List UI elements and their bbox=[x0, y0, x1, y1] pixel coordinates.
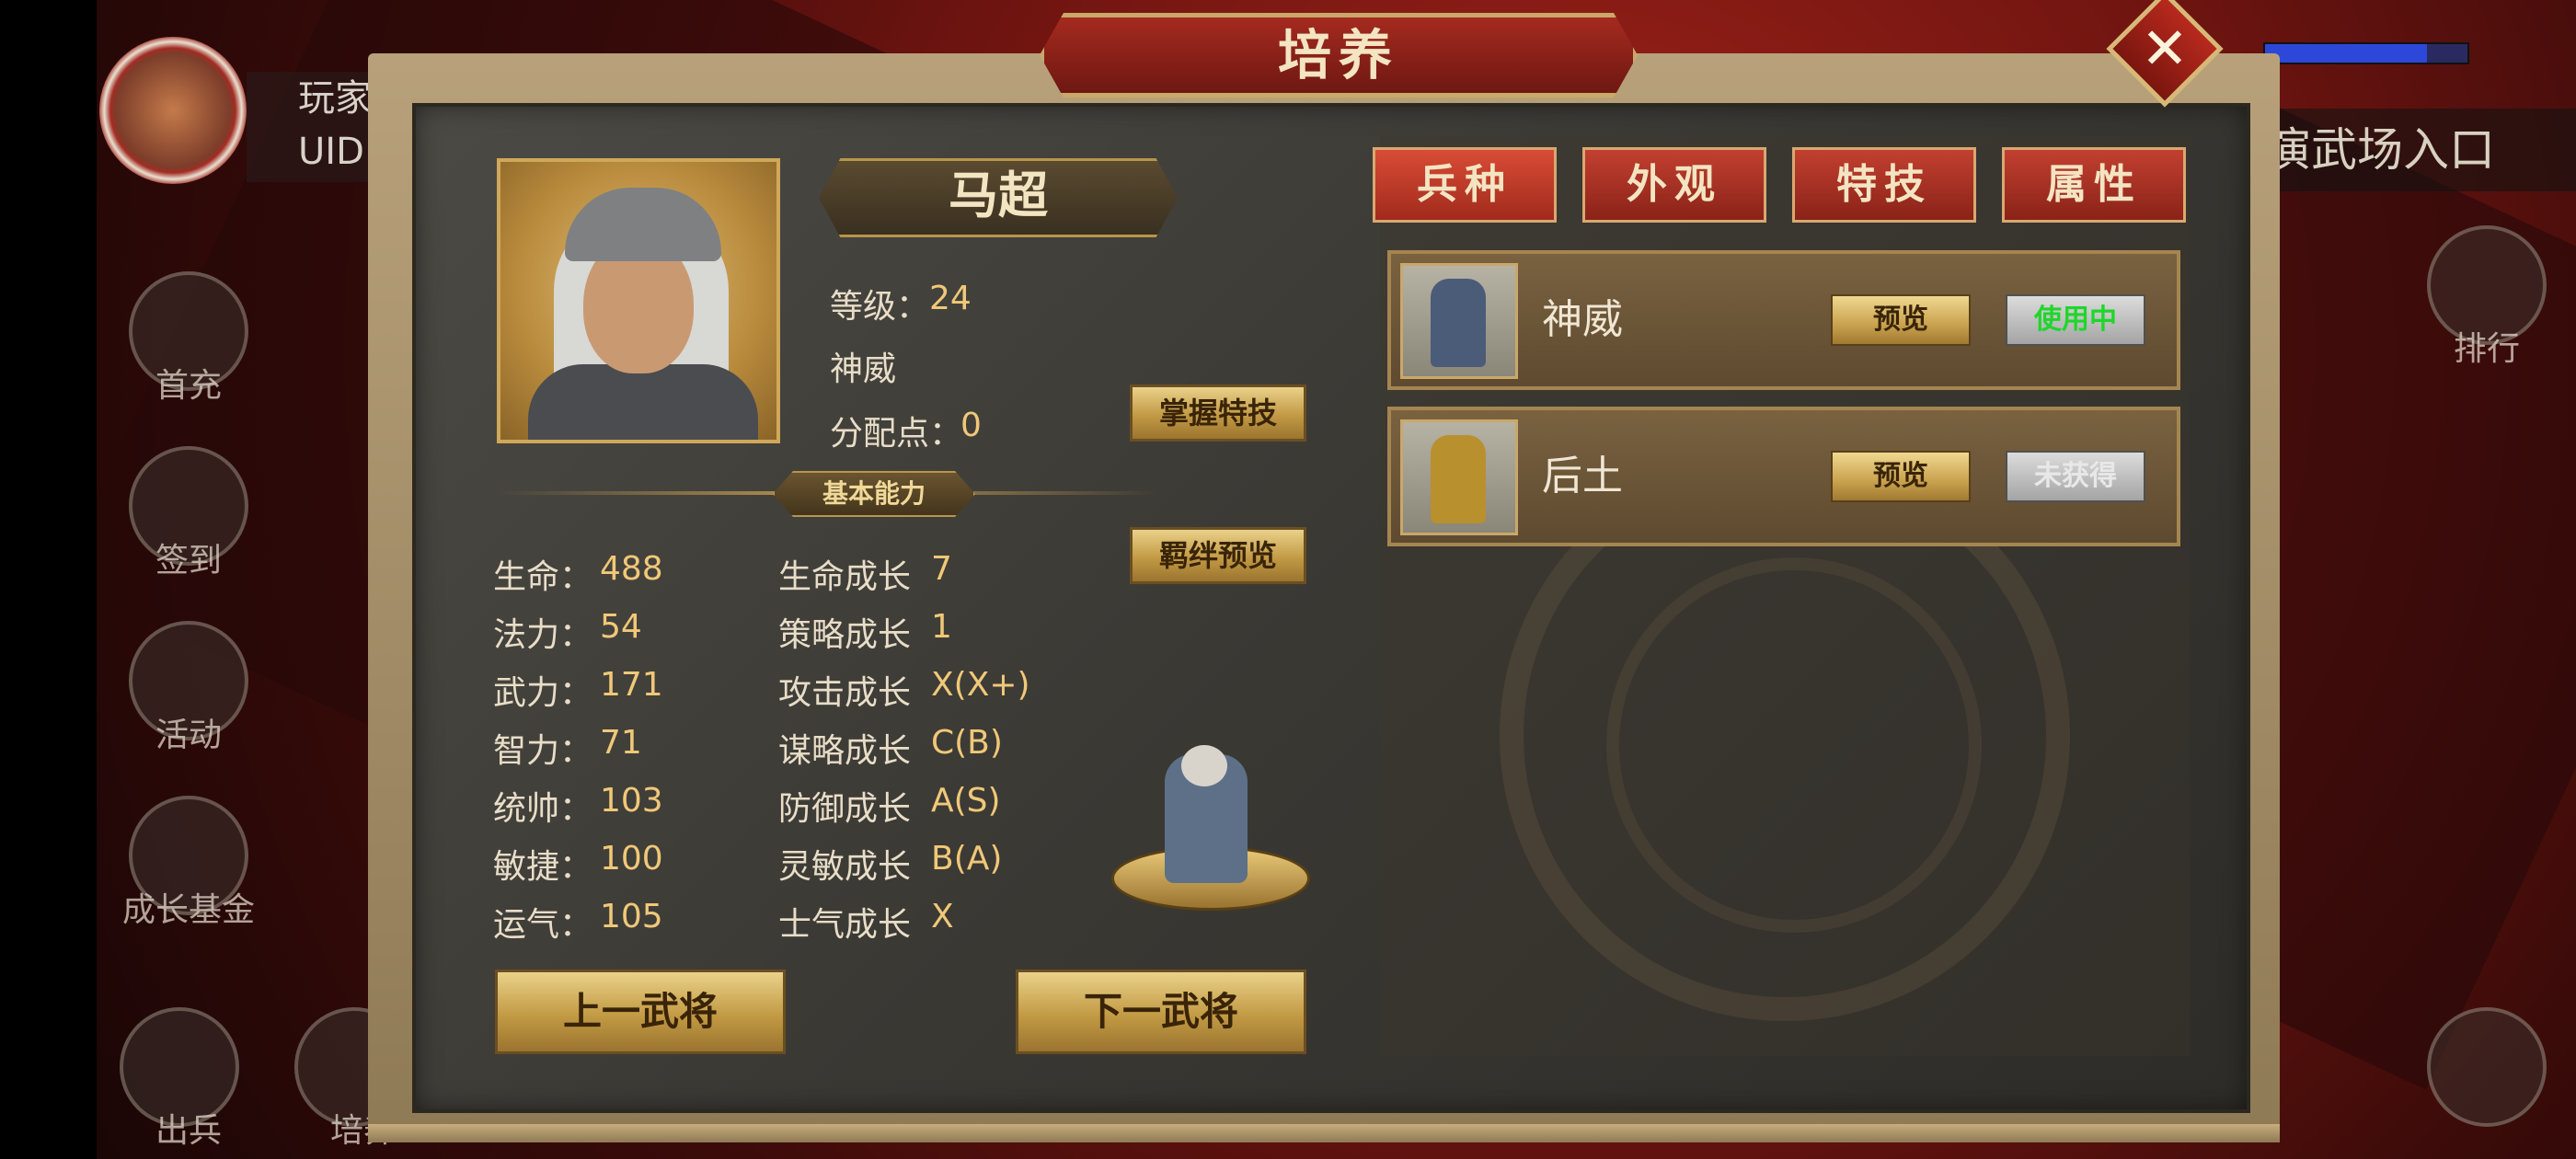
page-title: 培养 bbox=[1277, 24, 1399, 86]
skin-figure bbox=[1431, 279, 1486, 367]
deploy-label: 出兵 bbox=[155, 1112, 222, 1150]
energy-bar bbox=[2263, 42, 2469, 64]
skin-preview-button[interactable]: 预览 bbox=[1831, 294, 1971, 346]
master-skill-button[interactable]: 掌握特技 bbox=[1130, 384, 1306, 442]
bond-preview-button[interactable]: 羁绊预览 bbox=[1130, 527, 1306, 584]
skin-figure bbox=[1431, 435, 1486, 523]
next-general-button[interactable]: 下一武将 bbox=[1016, 970, 1306, 1054]
player-avatar[interactable] bbox=[99, 37, 247, 184]
level-label: 等级： bbox=[830, 288, 930, 326]
skin-preview-button[interactable]: 预览 bbox=[1831, 451, 1971, 502]
skin-thumbnail bbox=[1400, 419, 1518, 535]
stat-value: 171 bbox=[600, 666, 663, 704]
prev-general-button[interactable]: 上一武将 bbox=[495, 970, 786, 1054]
skin-name: 后土 bbox=[1542, 453, 1623, 499]
growth-fund-label: 成长基金 bbox=[121, 891, 255, 929]
general-sprite bbox=[1110, 745, 1312, 920]
tab-special-skill[interactable]: 特技 bbox=[1792, 147, 1976, 223]
general-name: 马超 bbox=[949, 166, 1048, 224]
sign-in-label: 签到 bbox=[155, 542, 222, 580]
skin-status-locked[interactable]: 未获得 bbox=[2006, 451, 2145, 502]
points-value: 0 bbox=[960, 407, 982, 444]
first-recharge-label: 首充 bbox=[155, 367, 222, 405]
skin-thumbnail bbox=[1400, 263, 1518, 379]
skin-status-in-use[interactable]: 使用中 bbox=[2006, 294, 2145, 346]
current-skin-name: 神威 bbox=[830, 350, 897, 388]
stat-label: 敏捷： bbox=[493, 848, 593, 886]
level-value: 24 bbox=[929, 280, 972, 317]
tab-attributes[interactable]: 属性 bbox=[2002, 147, 2186, 223]
growth-label: 策略成长 bbox=[778, 616, 912, 654]
stat-value: 54 bbox=[600, 608, 642, 646]
stat-label: 统帅： bbox=[493, 790, 593, 828]
stat-value: 103 bbox=[600, 782, 663, 820]
ranking-label: 排行 bbox=[2453, 330, 2520, 368]
section-title: 基本能力 bbox=[773, 471, 975, 517]
panel-bottom-trim bbox=[368, 1124, 2280, 1142]
points-label: 分配点： bbox=[830, 415, 963, 453]
general-portrait bbox=[497, 158, 780, 443]
skin-name: 神威 bbox=[1542, 296, 1623, 343]
stat-value: 100 bbox=[600, 840, 663, 878]
stat-label: 武力： bbox=[493, 674, 593, 712]
activity-label: 活动 bbox=[155, 717, 222, 754]
stat-label: 生命： bbox=[493, 558, 593, 596]
arena-entrance-button[interactable]: 演武场入口 bbox=[2245, 109, 2576, 191]
growth-label: 灵敏成长 bbox=[778, 848, 912, 886]
growth-label: 防御成长 bbox=[778, 790, 912, 828]
stat-value: 105 bbox=[600, 898, 663, 935]
growth-value: X(X+) bbox=[931, 666, 1030, 704]
tab-troop-type[interactable]: 兵种 bbox=[1373, 147, 1557, 223]
growth-value: B(A) bbox=[931, 840, 1003, 878]
growth-label: 攻击成长 bbox=[778, 674, 912, 712]
tab-appearance[interactable]: 外观 bbox=[1582, 147, 1766, 223]
skin-row[interactable]: 神威 预览 使用中 bbox=[1387, 250, 2180, 390]
stat-label: 智力： bbox=[493, 732, 593, 770]
growth-label: 士气成长 bbox=[778, 906, 912, 944]
growth-label: 谋略成长 bbox=[778, 732, 912, 770]
growth-label: 生命成长 bbox=[778, 558, 912, 596]
stat-label: 法力： bbox=[493, 616, 593, 654]
menu-button[interactable] bbox=[2427, 1007, 2547, 1127]
stat-label: 运气： bbox=[493, 906, 593, 944]
growth-value: X bbox=[931, 898, 954, 935]
skin-row[interactable]: 后土 预览 未获得 bbox=[1387, 407, 2180, 546]
stat-value: 71 bbox=[600, 724, 642, 762]
growth-value: C(B) bbox=[931, 724, 1003, 762]
growth-value: 7 bbox=[931, 550, 952, 588]
close-icon[interactable]: ✕ bbox=[2123, 7, 2206, 90]
growth-value: A(S) bbox=[931, 782, 1001, 820]
stat-value: 488 bbox=[600, 550, 663, 588]
growth-value: 1 bbox=[931, 608, 952, 646]
